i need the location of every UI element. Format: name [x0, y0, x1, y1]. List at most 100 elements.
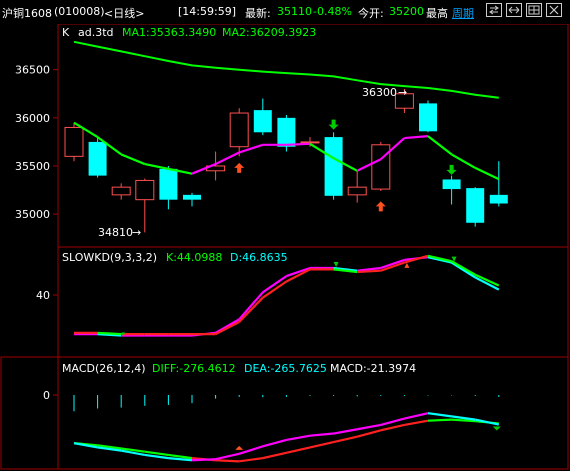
- macd-sell-arrow-icon: [492, 426, 501, 431]
- ma1-line-segment: [144, 162, 169, 170]
- ma1-line-segment: [427, 135, 453, 156]
- ma1-line-segment: [286, 142, 311, 146]
- candle-body: [183, 194, 201, 200]
- candle-body: [324, 137, 343, 196]
- macd-dea-segment: [286, 446, 311, 454]
- arrows-icon[interactable]: [506, 3, 522, 17]
- macd-title: MACD(26,12,4): [62, 362, 146, 375]
- kd-d-readout: D:46.8635: [230, 251, 288, 264]
- price-tick-label: 35500: [15, 160, 50, 173]
- kd-d-segment: [357, 269, 381, 274]
- ma2-readout: MA2:36209.3923: [222, 26, 316, 39]
- candle-body: [466, 188, 485, 223]
- kd-k-segment: [215, 318, 240, 334]
- macd-dea-segment: [262, 451, 287, 460]
- close-icon[interactable]: [546, 3, 562, 17]
- candle-body: [135, 179, 155, 201]
- macd-diff-segment: [427, 412, 452, 418]
- macd-dea-readout: DEA:-265.7625: [244, 362, 327, 375]
- high-label: 最高: [426, 7, 448, 20]
- macd-dea-segment: [333, 435, 358, 444]
- sell-arrow-icon: [328, 119, 339, 130]
- main-panel-frame: [57, 23, 569, 248]
- macd-diff-segment: [191, 458, 216, 462]
- swap-icon[interactable]: [486, 3, 502, 17]
- macd-diff-segment: [380, 417, 405, 427]
- high-price-annotation: 36300: [362, 86, 397, 99]
- candle-body: [347, 186, 367, 196]
- price-tick-label: 36000: [15, 112, 50, 125]
- macd-dea-segment: [309, 441, 334, 449]
- macd-tick-label: 0: [43, 389, 50, 402]
- buy-arrow-icon: [234, 162, 245, 173]
- kd-d-segment: [238, 296, 264, 323]
- ma1-line-segment: [451, 153, 476, 169]
- high-arrow-icon: →: [398, 86, 407, 99]
- chart-period: <日线>: [104, 7, 145, 20]
- kd-k-segment: [238, 291, 264, 321]
- low-price-annotation: 34810: [98, 226, 133, 239]
- macd-dea-segment: [404, 419, 429, 427]
- ma1-readout: MA1:35363.3490: [122, 26, 216, 39]
- latest-value: 35110: [277, 5, 312, 18]
- chart-canvas: 36500 36000 35500 35000 K ad.3td MA1:35363.349…: [0, 23, 569, 470]
- kd-buy-arrow-icon: [404, 262, 410, 268]
- kd-d-segment: [97, 331, 122, 336]
- kd-tick-label: 40: [36, 289, 50, 302]
- main-title-k: K: [62, 26, 70, 39]
- candle-body: [489, 194, 508, 204]
- period-link[interactable]: 周期: [452, 5, 474, 21]
- ma1-line-segment: [474, 166, 500, 181]
- quote-time: [14:59:59]: [178, 5, 236, 18]
- candle-body: [371, 144, 391, 190]
- candle-body: [64, 126, 84, 157]
- kd-sell-arrow-icon: [333, 262, 339, 267]
- ma1-line-segment: [120, 153, 146, 166]
- open-label: 今开:: [358, 7, 384, 20]
- sell-arrow-icon: [446, 164, 457, 175]
- macd-value-readout: MACD:-21.3974: [330, 362, 416, 375]
- instrument-name: 沪铜1608: [2, 7, 52, 20]
- macd-diff-segment: [238, 445, 264, 455]
- price-tick-label: 36500: [15, 64, 50, 77]
- macd-diff-segment: [333, 428, 358, 435]
- price-tick-label: 35000: [15, 208, 50, 221]
- kd-d-segment: [215, 321, 240, 336]
- macd-diff-segment: [357, 423, 381, 431]
- candle-body: [229, 112, 249, 148]
- candle-body: [253, 110, 272, 133]
- kd-k-segment: [451, 261, 476, 279]
- macd-diff-segment: [309, 432, 334, 437]
- ma1-line-segment: [215, 151, 240, 166]
- kd-title: SLOWKD(9,3,3,2): [62, 251, 157, 264]
- candle-body: [442, 179, 461, 190]
- low-arrow-icon: →: [132, 226, 141, 239]
- main-title-name: ad.3td: [78, 26, 114, 39]
- kd-k-readout: K:44.0988: [166, 251, 222, 264]
- candle-body: [277, 117, 296, 147]
- ma2-line: [73, 40, 499, 99]
- latest-label: 最新:: [245, 7, 271, 20]
- macd-diff-readout: DIFF:-276.4612: [152, 362, 236, 375]
- candle-body: [159, 168, 178, 200]
- macd-dea-segment: [215, 459, 240, 463]
- macd-dea-segment: [239, 457, 263, 463]
- buy-arrow-icon: [375, 201, 386, 212]
- macd-diff-segment: [286, 434, 311, 442]
- ma1-line-segment: [404, 135, 429, 140]
- candle-body: [419, 103, 437, 132]
- macd-dea-segment: [427, 418, 452, 422]
- kd-d-segment: [451, 260, 476, 276]
- candle-body: [300, 141, 320, 144]
- macd-diff-segment: [215, 452, 240, 461]
- candle-body: [88, 141, 107, 176]
- change-percent: -0.48%: [313, 5, 352, 18]
- macd-diff-segment: [262, 438, 287, 448]
- title-bar: 沪铜1608 (010008) <日线> [14:59:59] 最新: 3511…: [0, 0, 570, 24]
- open-value: 35200: [389, 5, 424, 18]
- macd-diff-segment: [404, 412, 429, 420]
- macd-buy-arrow-icon: [235, 445, 244, 450]
- grid-icon[interactable]: [526, 3, 542, 17]
- macd-dea-segment: [356, 429, 382, 438]
- macd-dea-segment: [380, 423, 405, 432]
